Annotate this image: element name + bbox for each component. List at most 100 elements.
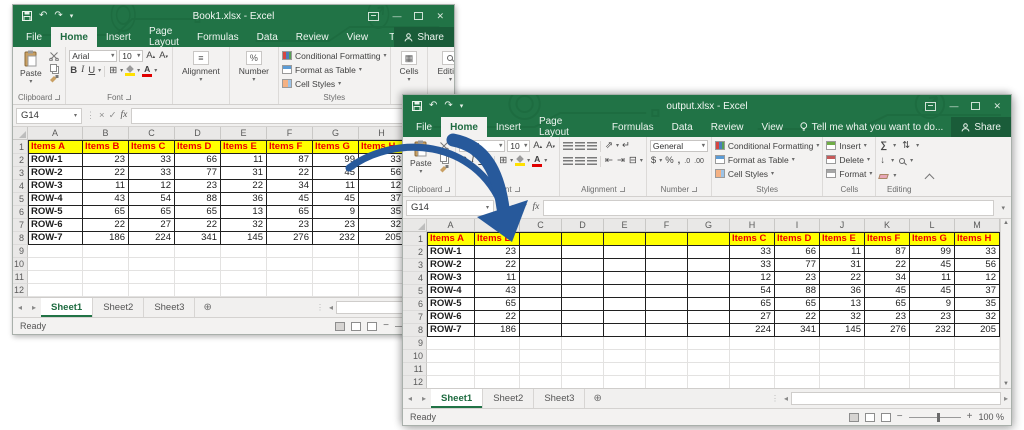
grid-cell-E9[interactable] xyxy=(604,337,646,350)
grid-cell-A12[interactable] xyxy=(427,376,475,388)
grid-cell-D3[interactable]: 77 xyxy=(175,167,221,180)
grid-cell-I1[interactable]: Items D xyxy=(775,232,820,246)
grid-cell-B9[interactable] xyxy=(83,245,129,258)
accounting-format-icon[interactable]: $ xyxy=(650,156,657,166)
grid-cell-D5[interactable]: 88 xyxy=(175,193,221,206)
grid-cell-B2[interactable]: 23 xyxy=(83,154,129,167)
save-icon[interactable] xyxy=(412,101,422,111)
grid-cell-H2[interactable]: 33 xyxy=(730,246,775,259)
grid-cell-G10[interactable] xyxy=(688,350,730,363)
grid-cell-A4[interactable]: ROW-3 xyxy=(28,180,83,193)
cut-icon[interactable] xyxy=(49,52,59,61)
bold-button[interactable]: B xyxy=(459,156,468,166)
ribbon-tab-insert[interactable]: Insert xyxy=(97,27,140,47)
ribbon-tab-home[interactable]: Home xyxy=(441,117,487,137)
cancel-icon[interactable]: × xyxy=(99,111,105,121)
grid-cell-D12[interactable] xyxy=(175,284,221,297)
ribbon-tab-formulas[interactable]: Formulas xyxy=(603,117,663,137)
zoom-out-icon[interactable]: − xyxy=(383,321,389,331)
grid-cell-C8[interactable]: 224 xyxy=(129,232,175,245)
grid-cell-L5[interactable]: 45 xyxy=(910,285,955,298)
grid-cell-B11[interactable] xyxy=(475,363,520,376)
grid-cell-E9[interactable] xyxy=(221,245,267,258)
grid-cell-H4[interactable]: 12 xyxy=(359,180,405,193)
shrink-font-button[interactable]: A▾ xyxy=(545,141,556,151)
grid-cell-E7[interactable] xyxy=(604,311,646,324)
hscroll-left-icon[interactable]: ◂ xyxy=(781,389,791,408)
grid-cell-G3[interactable]: 45 xyxy=(313,167,359,180)
hscroll-left-icon[interactable]: ◂ xyxy=(326,298,336,317)
underline-button[interactable]: U xyxy=(87,66,96,76)
grid-cell-D12[interactable] xyxy=(562,376,604,388)
sheet-nav-right-icon[interactable]: ▸ xyxy=(417,389,431,408)
grid-cell-L3[interactable]: 45 xyxy=(910,259,955,272)
grid-cell-G1[interactable]: Items G xyxy=(313,140,359,154)
grid-cell-M1[interactable]: Items H xyxy=(955,232,1000,246)
grid-cell-G4[interactable]: 11 xyxy=(313,180,359,193)
decrease-indent-icon[interactable]: ⇤ xyxy=(604,156,614,166)
grid-cell-E6[interactable] xyxy=(604,298,646,311)
column-header-F[interactable]: F xyxy=(646,219,688,232)
fill-icon[interactable]: ↓ xyxy=(879,156,886,166)
grid-cell-G10[interactable] xyxy=(313,258,359,271)
zoom-slider[interactable] xyxy=(909,417,961,418)
grid-cell-E4[interactable] xyxy=(604,272,646,285)
grid-cell-C1[interactable] xyxy=(520,232,562,246)
ribbon-tab-page-layout[interactable]: Page Layout xyxy=(530,117,603,137)
delete-cells-button[interactable]: Delete▾ xyxy=(826,153,870,166)
ribbon-options-icon[interactable] xyxy=(368,12,379,21)
row-header-8[interactable]: 8 xyxy=(13,232,28,245)
grid-cell-L7[interactable]: 23 xyxy=(910,311,955,324)
font-color-button[interactable]: A xyxy=(142,65,152,78)
grid-cell-K4[interactable]: 34 xyxy=(865,272,910,285)
new-sheet-button[interactable]: ⊕ xyxy=(585,389,609,408)
zoom-out-icon[interactable]: − xyxy=(897,412,903,422)
grid-cell-L8[interactable]: 232 xyxy=(910,324,955,337)
grid-cell-A6[interactable]: ROW-5 xyxy=(28,206,83,219)
grid-cell-K5[interactable]: 45 xyxy=(865,285,910,298)
format-cells-button[interactable]: Format▾ xyxy=(826,167,872,180)
column-header-B[interactable]: B xyxy=(475,219,520,232)
grid-cell-M2[interactable]: 33 xyxy=(955,246,1000,259)
grid-cell-B10[interactable] xyxy=(83,258,129,271)
zoom-level[interactable]: 100 % xyxy=(978,412,1004,422)
grid-cell-F11[interactable] xyxy=(267,271,313,284)
grid-cell-G8[interactable]: 232 xyxy=(313,232,359,245)
grid-cell-F7[interactable]: 23 xyxy=(267,219,313,232)
grid-cell-C9[interactable] xyxy=(129,245,175,258)
enter-icon[interactable]: ✓ xyxy=(109,111,117,121)
grid-cell-J10[interactable] xyxy=(820,350,865,363)
grid-cell-D11[interactable] xyxy=(562,363,604,376)
grid-cell-E11[interactable] xyxy=(604,363,646,376)
grid-cell-A2[interactable]: ROW-1 xyxy=(427,246,475,259)
minimize-icon[interactable]: — xyxy=(392,12,401,21)
row-header-3[interactable]: 3 xyxy=(403,259,427,272)
grid-cell-F6[interactable] xyxy=(646,298,688,311)
grid-cell-H1[interactable]: Items H xyxy=(359,140,405,154)
row-header-7[interactable]: 7 xyxy=(13,219,28,232)
select-all-corner[interactable] xyxy=(403,219,427,232)
ribbon-tab-review[interactable]: Review xyxy=(287,27,338,47)
row-header-11[interactable]: 11 xyxy=(13,271,28,284)
ribbon-tab-formulas[interactable]: Formulas xyxy=(188,27,248,47)
grid-cell-H7[interactable]: 27 xyxy=(730,311,775,324)
row-header-3[interactable]: 3 xyxy=(13,167,28,180)
column-header-G[interactable]: G xyxy=(313,127,359,140)
conditional-formatting-button[interactable]: Conditional Formatting▾ xyxy=(282,49,387,62)
cell-styles-button[interactable]: Cell Styles▾ xyxy=(282,77,341,90)
undo-icon[interactable]: ↶ xyxy=(429,101,437,111)
grow-font-button[interactable]: A▴ xyxy=(145,51,156,61)
scroll-down-icon[interactable]: ▼ xyxy=(1003,381,1009,387)
grid-cell-B11[interactable] xyxy=(83,271,129,284)
row-header-6[interactable]: 6 xyxy=(13,206,28,219)
grid-cell-B3[interactable]: 22 xyxy=(83,167,129,180)
grid-cell-H8[interactable]: 224 xyxy=(730,324,775,337)
grid-cell-E4[interactable]: 22 xyxy=(221,180,267,193)
grid-cell-C10[interactable] xyxy=(129,258,175,271)
grid-cell-K12[interactable] xyxy=(865,376,910,388)
cut-icon[interactable] xyxy=(439,142,449,151)
grid-cell-E10[interactable] xyxy=(604,350,646,363)
grid-cell-C1[interactable]: Items C xyxy=(129,140,175,154)
grid-cell-B12[interactable] xyxy=(475,376,520,388)
align-top-icon[interactable] xyxy=(563,142,573,150)
